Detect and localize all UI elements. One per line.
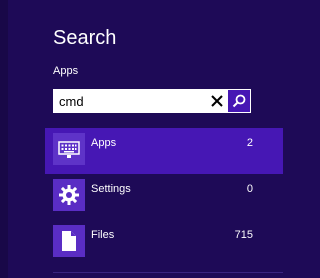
result-settings[interactable]: Settings 0 <box>45 174 283 220</box>
results-divider <box>53 272 283 273</box>
search-input[interactable] <box>53 90 206 112</box>
result-files-label: Files <box>91 229 115 241</box>
result-files-tile <box>53 225 85 257</box>
result-files[interactable]: Files 715 <box>45 220 283 266</box>
search-icon <box>232 94 246 108</box>
result-apps[interactable]: Apps 2 <box>45 128 283 174</box>
search-scope-label: Apps <box>53 65 79 77</box>
result-settings-count: 0 <box>246 183 253 195</box>
result-files-count: 715 <box>234 229 253 241</box>
search-results-list: Apps 2 Settings 0 Files 715 <box>45 128 283 266</box>
search-pane-title: Search <box>53 27 117 49</box>
clear-search-button[interactable] <box>206 90 228 112</box>
result-settings-label: Settings <box>91 183 131 195</box>
left-edge-strip <box>0 0 8 278</box>
result-apps-label: Apps <box>91 137 117 149</box>
close-icon <box>211 95 223 107</box>
search-button[interactable] <box>228 90 250 112</box>
keyboard-icon <box>58 141 80 158</box>
result-settings-tile <box>53 179 85 211</box>
file-icon <box>62 231 76 251</box>
search-box <box>53 89 251 113</box>
result-apps-count: 2 <box>246 137 253 149</box>
result-apps-tile <box>53 133 85 165</box>
gear-icon <box>59 185 79 205</box>
